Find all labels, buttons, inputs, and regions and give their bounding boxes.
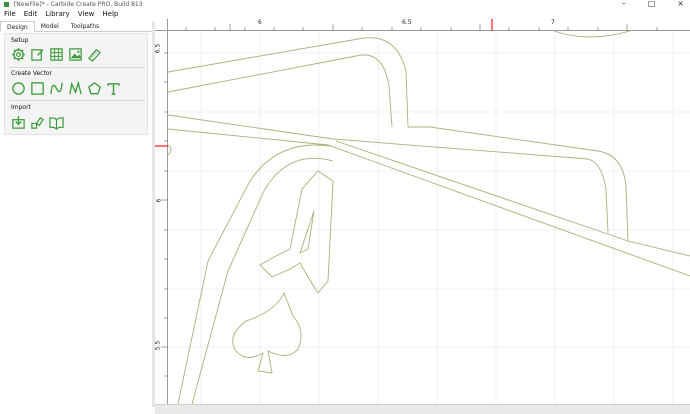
text-icon[interactable]	[106, 81, 121, 96]
ruler-top-label: 7	[551, 19, 555, 26]
window-title: [NewFile]* - Carbide Create PRO, Build 8…	[13, 1, 143, 8]
section-label-setup: Setup	[11, 37, 29, 44]
image-icon[interactable]	[68, 47, 83, 62]
canvas-drawing	[167, 30, 690, 405]
minimize-icon[interactable]: –	[622, 0, 626, 9]
maximize-icon[interactable]: □	[648, 0, 656, 9]
menu-edit[interactable]: Edit	[20, 9, 42, 20]
title-bar: [NewFile]* - Carbide Create PRO, Build 8…	[0, 0, 690, 9]
menu-view[interactable]: View	[74, 9, 99, 20]
ruler-left-label: 5.5	[154, 340, 162, 351]
mode-tabs: Design Model Toolpaths	[0, 21, 152, 32]
tab-model[interactable]: Model	[35, 21, 65, 31]
polygon-icon[interactable]	[87, 81, 102, 96]
horizontal-scrollbar[interactable]	[155, 404, 690, 414]
tab-design[interactable]: Design	[0, 21, 35, 32]
ruler-left-label: 6	[155, 198, 163, 203]
vector-paths	[167, 30, 690, 405]
tab-toolpaths[interactable]: Toolpaths	[65, 21, 105, 31]
ruler-top-label: 6	[258, 19, 262, 26]
grid-icon[interactable]	[49, 47, 64, 62]
menu-library[interactable]: Library	[41, 9, 73, 20]
ruler-top: 6 6.5 7	[155, 19, 690, 31]
import-icon[interactable]	[11, 115, 26, 130]
rectangle-icon[interactable]	[30, 81, 45, 96]
measure-icon[interactable]	[87, 47, 102, 62]
sidebar-empty-area	[0, 136, 152, 402]
section-label-create-vector: Create Vector	[11, 70, 52, 77]
import-tools	[11, 115, 64, 130]
ruler-left-label: 6.5	[154, 43, 162, 54]
app-icon	[4, 2, 9, 7]
ruler-top-label: 6.5	[402, 19, 412, 26]
setup-tools	[11, 47, 102, 62]
create-vector-tools	[11, 81, 121, 96]
edit-icon[interactable]	[30, 47, 45, 62]
library-icon[interactable]	[49, 115, 64, 130]
design-panel: Setup Create Vector Import	[4, 33, 148, 135]
divider	[9, 100, 145, 101]
close-icon[interactable]: ×	[677, 0, 684, 9]
design-canvas[interactable]	[167, 30, 690, 405]
canvas-grid	[168, 31, 690, 404]
divider	[9, 67, 145, 68]
ruler-corner	[155, 19, 168, 31]
menu-file[interactable]: File	[0, 9, 20, 20]
polyline-icon[interactable]	[68, 81, 83, 96]
section-label-import: Import	[11, 104, 31, 111]
ruler-top-ticks	[185, 19, 658, 31]
circle-icon[interactable]	[11, 81, 26, 96]
curve-icon[interactable]	[49, 81, 64, 96]
job-setup-icon[interactable]	[11, 47, 26, 62]
import-vector-icon[interactable]	[30, 115, 45, 130]
menu-help[interactable]: Help	[98, 9, 122, 20]
ruler-left: 6.5 6 5.5	[154, 31, 168, 404]
window-controls: – □ ×	[622, 0, 684, 9]
